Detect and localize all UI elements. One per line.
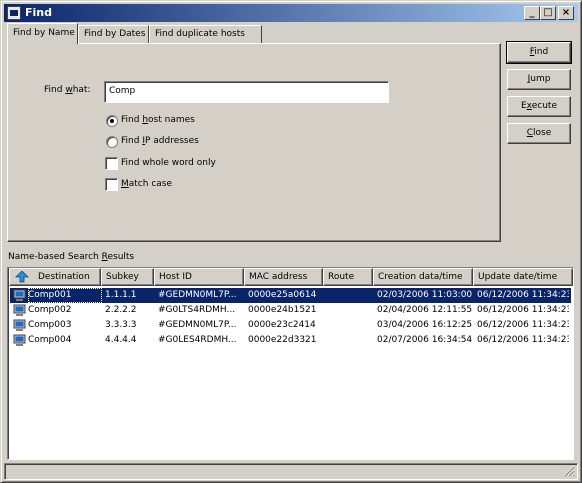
- cell-route: [327, 303, 373, 318]
- cell-created: 03/04/2006 16:12:25: [377, 320, 473, 330]
- cell-destination: Comp004: [28, 335, 72, 345]
- column-header-route[interactable]: Route: [323, 268, 373, 286]
- match-case-label[interactable]: Match case: [121, 179, 172, 189]
- cell-mac: 0000e22d3321: [248, 335, 317, 345]
- cell-route: [327, 288, 373, 303]
- find-ip-addresses-label[interactable]: Find IP addresses: [121, 136, 199, 146]
- column-header-creation-datetime[interactable]: Creation data/time: [373, 268, 473, 286]
- table-row[interactable]: Comp004 4.4.4.4 #G0LES4RDMH... 0000e22d3321…: [10, 333, 571, 348]
- results-list[interactable]: Destination Subkey Host ID MAC address R…: [7, 267, 574, 460]
- tab-label: Find duplicate hosts: [155, 29, 245, 39]
- cell-host-id: #G0LTS4RDMH...: [158, 305, 236, 315]
- minimize-icon: _: [529, 7, 535, 18]
- computer-icon: [13, 289, 26, 301]
- table-row[interactable]: Comp002 2.2.2.2 #G0LTS4RDMH... 0000e24b1521…: [10, 303, 571, 318]
- find-window: Find _ □ × Find by Name Find by Dates Fi…: [0, 0, 582, 483]
- cell-subkey: 3.3.3.3: [105, 320, 137, 330]
- cell-subkey: 1.1.1.1: [105, 290, 137, 300]
- cell-created: 02/07/2006 16:34:54: [377, 335, 473, 345]
- find-host-names-label[interactable]: Find host names: [121, 115, 195, 125]
- whole-word-label[interactable]: Find whole word only: [121, 158, 216, 168]
- cell-subkey: 4.4.4.4: [105, 335, 137, 345]
- sort-up-icon: [15, 271, 29, 283]
- cell-route: [327, 318, 373, 333]
- find-what-label: Find what:: [44, 85, 91, 95]
- column-header-destination[interactable]: Destination: [9, 268, 101, 286]
- table-row[interactable]: Comp003 3.3.3.3 #GEDMN0ML7P... 0000e23c2414…: [10, 318, 571, 333]
- window-title: Find: [25, 6, 52, 19]
- table-row[interactable]: Comp001 1.1.1.1 #GEDMN0ML7P... 0000e25a0614…: [10, 288, 571, 303]
- tab-find-by-dates[interactable]: Find by Dates: [78, 25, 149, 44]
- find-ip-addresses-radio[interactable]: [106, 136, 118, 148]
- find-host-names-radio[interactable]: [106, 115, 118, 127]
- find-what-value: Comp: [109, 86, 136, 96]
- status-bar: [4, 463, 578, 480]
- cell-mac: 0000e24b1521: [248, 305, 317, 315]
- cell-destination: Comp001: [28, 288, 102, 303]
- cell-created: 02/04/2006 12:11:55: [377, 305, 473, 315]
- computer-icon: [13, 319, 26, 331]
- cell-updated: 06/12/2006 11:34:23: [477, 305, 569, 315]
- match-case-checkbox[interactable]: [105, 178, 118, 191]
- column-header-update-datetime[interactable]: Update date/time: [473, 268, 573, 286]
- tab-label: Find by Dates: [84, 29, 146, 39]
- maximize-icon: □: [543, 7, 553, 18]
- title-bar[interactable]: Find _ □ ×: [4, 4, 578, 22]
- cell-route: [327, 333, 373, 348]
- close-icon: ×: [561, 7, 571, 18]
- column-header-mac-address[interactable]: MAC address: [244, 268, 323, 286]
- close-window-button[interactable]: ×: [558, 6, 574, 20]
- computer-icon: [13, 334, 26, 346]
- cell-updated: 06/12/2006 11:34:23: [477, 335, 569, 345]
- cell-host-id: #GEDMN0ML7P...: [158, 290, 237, 300]
- cell-subkey: 2.2.2.2: [105, 305, 137, 315]
- execute-button[interactable]: Execute: [507, 96, 571, 117]
- maximize-button[interactable]: □: [540, 6, 556, 20]
- resize-grip-icon[interactable]: [563, 465, 575, 477]
- cell-mac: 0000e25a0614: [248, 290, 317, 300]
- cell-destination: Comp003: [28, 320, 72, 330]
- cell-updated: 06/12/2006 11:34:23: [477, 320, 569, 330]
- jump-button[interactable]: Jump: [507, 69, 571, 90]
- app-icon: [7, 6, 21, 20]
- cell-host-id: #G0LES4RDMH...: [158, 335, 237, 345]
- find-what-input[interactable]: Comp: [104, 81, 389, 103]
- cell-host-id: #GEDMN0ML7P...: [158, 320, 237, 330]
- cell-mac: 0000e23c2414: [248, 320, 316, 330]
- find-by-name-panel: Find what: Comp Find host names Find IP …: [7, 43, 501, 242]
- column-header-host-id[interactable]: Host ID: [154, 268, 244, 286]
- computer-icon: [13, 304, 26, 316]
- find-button[interactable]: Find: [506, 41, 572, 64]
- minimize-button[interactable]: _: [524, 6, 540, 20]
- column-header-subkey[interactable]: Subkey: [101, 268, 154, 286]
- cell-created: 02/03/2006 11:03:00: [377, 290, 473, 300]
- close-button[interactable]: Close: [507, 123, 571, 144]
- tab-label: Find by Name: [13, 28, 75, 38]
- cell-destination: Comp002: [28, 305, 72, 315]
- tab-find-by-name[interactable]: Find by Name: [7, 23, 78, 44]
- tab-find-duplicate-hosts[interactable]: Find duplicate hosts: [149, 25, 262, 44]
- cell-updated: 06/12/2006 11:34:23: [477, 290, 569, 300]
- results-label: Name-based Search Results: [8, 252, 135, 262]
- whole-word-checkbox[interactable]: [105, 157, 118, 170]
